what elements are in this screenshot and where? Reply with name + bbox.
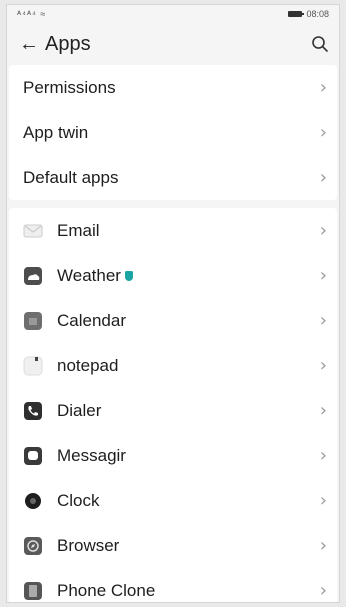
row-label: App twin <box>23 122 89 142</box>
app-row-calendar[interactable]: Calendar › <box>9 298 337 343</box>
shield-badge-icon <box>124 271 133 282</box>
app-label: Dialer <box>57 400 102 420</box>
chevron-right-icon: › <box>319 265 327 286</box>
chevron-right-icon: › <box>319 400 327 421</box>
weather-icon <box>23 266 43 286</box>
app-twin-row[interactable]: App twin › <box>9 110 337 155</box>
app-label: Browser <box>57 535 120 555</box>
signal-indicators: ᴬ⁴ᴬ⁴ ≈ <box>17 9 47 19</box>
screen-frame: ᴬ⁴ᴬ⁴ ≈ 08:08 ← Apps Permissions › App tw… <box>6 4 340 603</box>
app-label: Clock <box>57 490 100 510</box>
app-label: Messagir <box>57 445 126 465</box>
app-header: ← Apps <box>7 23 339 65</box>
app-row-dialer[interactable]: Dialer › <box>9 388 337 433</box>
app-row-notepad[interactable]: notepad › <box>9 343 337 388</box>
app-label: Phone Clone <box>57 580 156 600</box>
app-label: Weather <box>57 266 133 286</box>
battery-icon <box>288 11 305 17</box>
chevron-right-icon: › <box>319 167 327 188</box>
app-row-messaging[interactable]: Messagir › <box>9 433 337 478</box>
app-label: Calendar <box>57 310 126 330</box>
row-label: Permissions <box>23 77 116 97</box>
app-row-browser[interactable]: Browser › <box>9 523 337 568</box>
permissions-row[interactable]: Permissions › <box>9 65 337 110</box>
clock-time: 08:08 <box>306 9 329 19</box>
chevron-right-icon: › <box>319 580 327 601</box>
app-row-clock[interactable]: Clock › <box>9 478 337 523</box>
chevron-right-icon: › <box>319 355 327 376</box>
page-title: Apps <box>45 32 91 55</box>
app-row-email[interactable]: Email › <box>9 208 337 253</box>
chevron-right-icon: › <box>319 122 327 143</box>
row-label: Default apps <box>23 167 119 187</box>
browser-icon <box>23 536 43 556</box>
status-bar: ᴬ⁴ᴬ⁴ ≈ 08:08 <box>7 5 339 23</box>
search-icon[interactable] <box>309 33 331 55</box>
chevron-right-icon: › <box>319 220 327 241</box>
chevron-right-icon: › <box>319 490 327 511</box>
app-row-weather[interactable]: Weather › <box>9 253 337 298</box>
chevron-right-icon: › <box>319 77 327 98</box>
default-apps-row[interactable]: Default apps › <box>9 155 337 200</box>
notepad-icon <box>23 356 43 376</box>
app-label: notepad <box>57 355 119 375</box>
clock-icon <box>23 491 43 511</box>
messaging-icon <box>23 446 43 466</box>
chevron-right-icon: › <box>319 535 327 556</box>
app-label: Email <box>57 220 100 240</box>
calendar-icon <box>23 311 43 331</box>
app-row-phone-clone[interactable]: Phone Clone › <box>9 568 337 602</box>
email-icon <box>23 221 43 241</box>
back-arrow-icon[interactable]: ← <box>19 34 39 54</box>
apps-list: Email › Weather › Calendar › notepad › D… <box>9 208 337 602</box>
chevron-right-icon: › <box>319 310 327 331</box>
dialer-icon <box>23 401 43 421</box>
phone-clone-icon <box>23 581 43 601</box>
chevron-right-icon: › <box>319 445 327 466</box>
settings-group: Permissions › App twin › Default apps › <box>9 65 337 200</box>
